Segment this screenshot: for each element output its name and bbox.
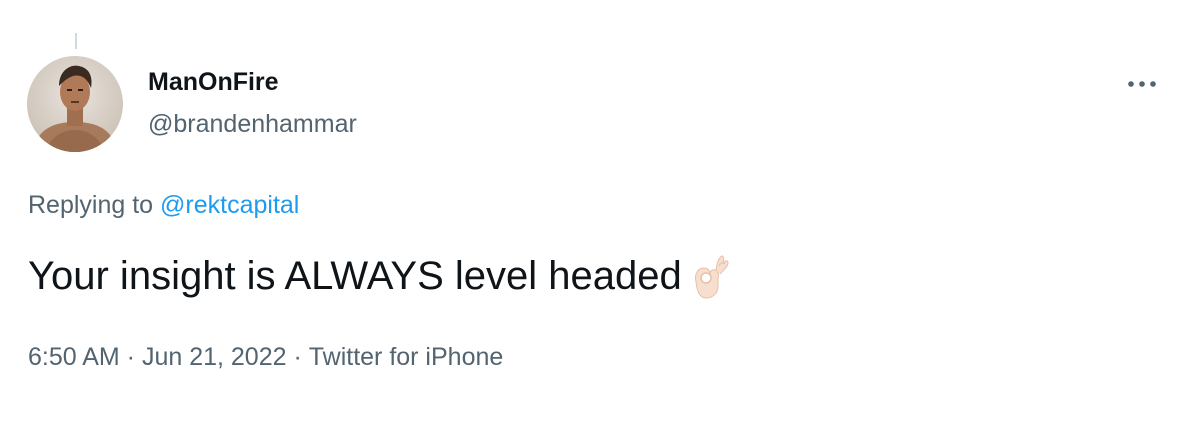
- tweet-body: Your insight is ALWAYS level headed: [28, 252, 734, 300]
- more-horizontal-icon: [1128, 81, 1156, 87]
- more-options-button[interactable]: [1122, 70, 1162, 98]
- profile-photo-icon: [27, 56, 123, 152]
- ok-hand-emoji-icon: [686, 252, 734, 300]
- author-handle[interactable]: @brandenhammar: [148, 110, 357, 139]
- tweet-time[interactable]: 6:50 AM: [28, 343, 120, 372]
- meta-separator: ·: [119, 343, 142, 371]
- meta-separator: ·: [286, 343, 309, 371]
- avatar[interactable]: [27, 56, 123, 152]
- tweet-metadata: 6:50 AM · Jun 21, 2022 · Twitter for iPh…: [28, 343, 503, 372]
- tweet-source[interactable]: Twitter for iPhone: [309, 343, 504, 372]
- replying-to-line: Replying to @rektcapital: [28, 191, 299, 220]
- tweet-text: Your insight is ALWAYS level headed: [28, 253, 682, 298]
- author-display-name[interactable]: ManOnFire: [148, 68, 279, 97]
- thread-connector-line: [75, 33, 77, 49]
- reply-mention-link[interactable]: @rektcapital: [160, 191, 299, 219]
- replying-to-label: Replying to: [28, 191, 154, 219]
- tweet-date[interactable]: Jun 21, 2022: [142, 343, 287, 372]
